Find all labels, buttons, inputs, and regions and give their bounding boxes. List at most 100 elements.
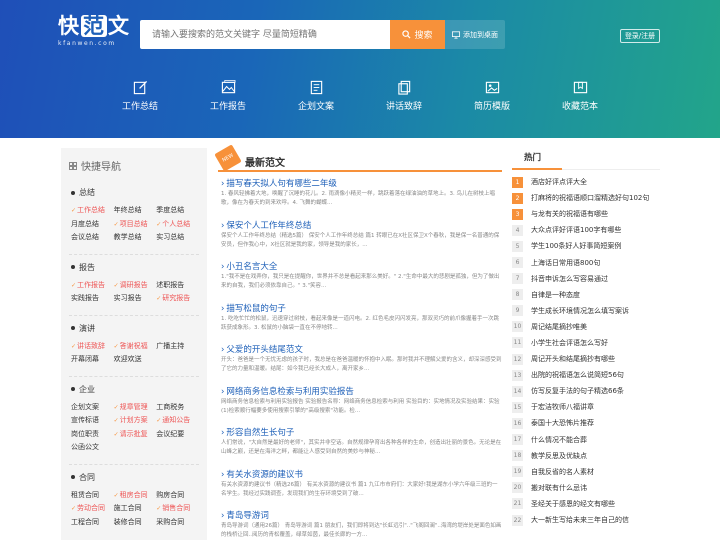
article-title-link[interactable]: 描写松鼠的句子 <box>221 303 502 315</box>
hot-item[interactable]: 7 抖音申诉怎么写容易通过 <box>512 271 660 287</box>
rank-number: 13 <box>512 369 523 381</box>
category-link[interactable]: 答谢祝福 <box>114 340 157 354</box>
hot-item[interactable]: 2 打麻将的祝福语顺口溜精选好句102句 <box>512 190 660 206</box>
category-link[interactable]: 调研报告 <box>114 279 157 293</box>
category-link[interactable]: 装修合同 <box>114 516 157 530</box>
category-link[interactable]: 季度总结 <box>156 204 199 218</box>
category-link[interactable]: 规章管理 <box>114 401 157 415</box>
hot-item[interactable]: 11 小学生社会评语怎么写好 <box>512 335 660 351</box>
hot-item[interactable]: 16 泰国十大恐怖片推荐 <box>512 415 660 431</box>
login-register-button[interactable]: 登录/注册 <box>620 29 660 43</box>
category-link[interactable]: 公函公文 <box>71 441 114 455</box>
hot-item[interactable]: 21 圣经关于感恩的经文有哪些 <box>512 496 660 512</box>
article-title-link[interactable]: 形容自然生长句子 <box>221 427 502 439</box>
article-snippet: 保安个人工作年终总结（精选5篇） 保安个人工作年终总结 篇1 转眼已在X社区保卫… <box>221 232 500 248</box>
category-link[interactable]: 计划方案 <box>114 414 157 428</box>
article-snippet: 青岛导游词（通用26篇） 青岛导游词 篇1 朋友们，我们即将到达"长虹远引"..… <box>221 523 502 538</box>
category-link[interactable]: 项目总结 <box>114 218 157 232</box>
hot-item[interactable]: 20 搬对联有什么忌讳 <box>512 480 660 496</box>
article-item: 网络商务信息检索与利用实验报告网络商务信息检索与利用实验报告 实验报告名称：网络… <box>221 386 502 422</box>
category-link[interactable]: 销售合同 <box>156 502 199 516</box>
category-link[interactable]: 会议纪要 <box>156 428 199 442</box>
nav-item-work-report[interactable]: 工作报告 <box>188 80 268 112</box>
article-title-link[interactable]: 青岛导游词 <box>221 510 502 522</box>
hot-item[interactable]: 18 教学反思及优缺点 <box>512 448 660 464</box>
article-title-link[interactable]: 保安个人工作年终总结 <box>221 220 502 232</box>
category-link[interactable]: 通知公告 <box>156 414 199 428</box>
hot-item[interactable]: 13 出院的祝福语怎么说简短56句 <box>512 367 660 383</box>
category-link[interactable]: 工程合同 <box>71 516 114 530</box>
category-link[interactable]: 个人总结 <box>156 218 199 232</box>
category-link[interactable]: 实践报告 <box>71 292 114 306</box>
rank-number: 11 <box>512 337 523 349</box>
hot-item[interactable]: 4 大众点评好评语100字有哪些 <box>512 222 660 238</box>
hot-item[interactable]: 22 大一新生写给未来三年自己的信 <box>512 512 660 528</box>
hot-item[interactable]: 5 学生100条好人好事简短案例 <box>512 238 660 254</box>
category-link[interactable]: 工作总结 <box>71 204 114 218</box>
category-link[interactable]: 月度总结 <box>71 218 114 232</box>
hot-item[interactable]: 15 于宏洁牧师八福讲章 <box>512 399 660 415</box>
article-title-link[interactable]: 有关水资源的建议书 <box>221 469 502 481</box>
article-title-link[interactable]: 描写春天拟人句有哪些二年级 <box>221 178 502 190</box>
rank-number: 6 <box>512 257 523 269</box>
article-snippet: 1. 吃吃忙忙的松鼠，迅速穿过树枝，看起来像是一道闪电。2. 红色毛皮闪闪发亮，… <box>221 315 499 331</box>
category-link[interactable]: 述职报告 <box>156 279 199 293</box>
category-link[interactable]: 租赁合同 <box>71 489 114 503</box>
category-link[interactable]: 购房合同 <box>156 489 199 503</box>
category-link[interactable]: 广播主持 <box>156 340 199 354</box>
category-divider <box>69 375 199 377</box>
nav-item-planning-copy[interactable]: 企划文案 <box>276 80 356 112</box>
category-link[interactable]: 采购合同 <box>156 516 199 530</box>
category-link[interactable]: 工作报告 <box>71 279 114 293</box>
hot-item[interactable]: 19 自我反省的名人素材 <box>512 464 660 480</box>
hot-item[interactable]: 8 自律是一种态度 <box>512 287 660 303</box>
category-links: 工作总结年终总结季度总结月度总结项目总结个人总结会议总结教学总结实习总结 <box>69 204 199 245</box>
hot-item[interactable]: 1 酒店好评点评大全 <box>512 174 660 190</box>
category-link[interactable]: 工商税务 <box>156 401 199 415</box>
rank-number: 17 <box>512 434 523 446</box>
hot-item-title: 学生成长环境情况怎么填写案诉 <box>531 306 629 315</box>
category-link[interactable]: 实习总结 <box>156 231 199 245</box>
hot-item[interactable]: 3 与龙有关的祝福语有哪些 <box>512 206 660 222</box>
article-title-link[interactable]: 网络商务信息检索与利用实验报告 <box>221 386 502 398</box>
category-links: 工作报告调研报告述职报告实践报告实习报告研究报告 <box>69 279 199 306</box>
hot-item[interactable]: 12 周记开头和结尾摘抄有哪些 <box>512 351 660 367</box>
search-input[interactable] <box>140 20 390 49</box>
category-link[interactable]: 岗位职责 <box>71 428 114 442</box>
hot-item[interactable]: 17 什么情况不能合葬 <box>512 432 660 448</box>
category-link[interactable]: 租房合同 <box>114 489 157 503</box>
category-link[interactable]: 宣传标语 <box>71 414 114 428</box>
category-link[interactable]: 教学总结 <box>114 231 157 245</box>
article-item: 青岛导游词青岛导游词（通用26篇） 青岛导游词 篇1 朋友们，我们即将到达"长虹… <box>221 510 502 540</box>
nav-label: 简历模版 <box>473 102 510 112</box>
category-link[interactable]: 企划文案 <box>71 401 114 415</box>
category-link[interactable]: 劳动合同 <box>71 502 114 516</box>
quick-nav-sidebar: 快捷导航 总结工作总结年终总结季度总结月度总结项目总结个人总结会议总结教学总结实… <box>61 148 207 540</box>
category-link[interactable]: 欢迎欢送 <box>114 353 157 367</box>
category-link[interactable]: 实习报告 <box>114 292 157 306</box>
category-link[interactable]: 开幕闭幕 <box>71 353 114 367</box>
category-block: 总结工作总结年终总结季度总结月度总结项目总结个人总结会议总结教学总结实习总结 <box>69 187 199 245</box>
category-link[interactable]: 年终总结 <box>114 204 157 218</box>
site-logo[interactable]: 快范文 kfanwen.com <box>58 14 130 47</box>
hot-item[interactable]: 9 学生成长环境情况怎么填写案诉 <box>512 303 660 319</box>
category-link[interactable]: 施工合同 <box>114 502 157 516</box>
category-link[interactable]: 研究报告 <box>156 292 199 306</box>
hot-item[interactable]: 10 周记结尾摘抄唯美 <box>512 319 660 335</box>
hot-panel-header: 热门 <box>512 148 660 170</box>
category-link[interactable]: 会议总结 <box>71 231 114 245</box>
hot-item[interactable]: 14 仿写反复手法的句子精选66条 <box>512 383 660 399</box>
category-link[interactable]: 讲话致辞 <box>71 340 114 354</box>
search-button[interactable]: 搜索 <box>390 20 445 49</box>
article-title-link[interactable]: 小丑名言大全 <box>221 261 502 273</box>
category-link[interactable]: 请示批复 <box>114 428 157 442</box>
hot-item[interactable]: 6 上海话日常用语800句 <box>512 254 660 270</box>
new-badge: NEW <box>214 144 242 172</box>
nav-item-work-summary[interactable]: 工作总结 <box>100 80 180 112</box>
article-snippet: 人们常说，"大自然是最好的老师"，其实并非空话。自然规律孕育出各种各样的生命，创… <box>221 440 502 455</box>
nav-item-speech[interactable]: 讲话致辞 <box>364 80 444 112</box>
article-title-link[interactable]: 父爱的开头结尾范文 <box>221 344 502 356</box>
nav-item-resume[interactable]: 简历模版 <box>452 80 532 112</box>
nav-item-favorites[interactable]: 收藏范本 <box>540 80 620 112</box>
add-to-desktop-button[interactable]: 添加到桌面 <box>445 20 505 49</box>
